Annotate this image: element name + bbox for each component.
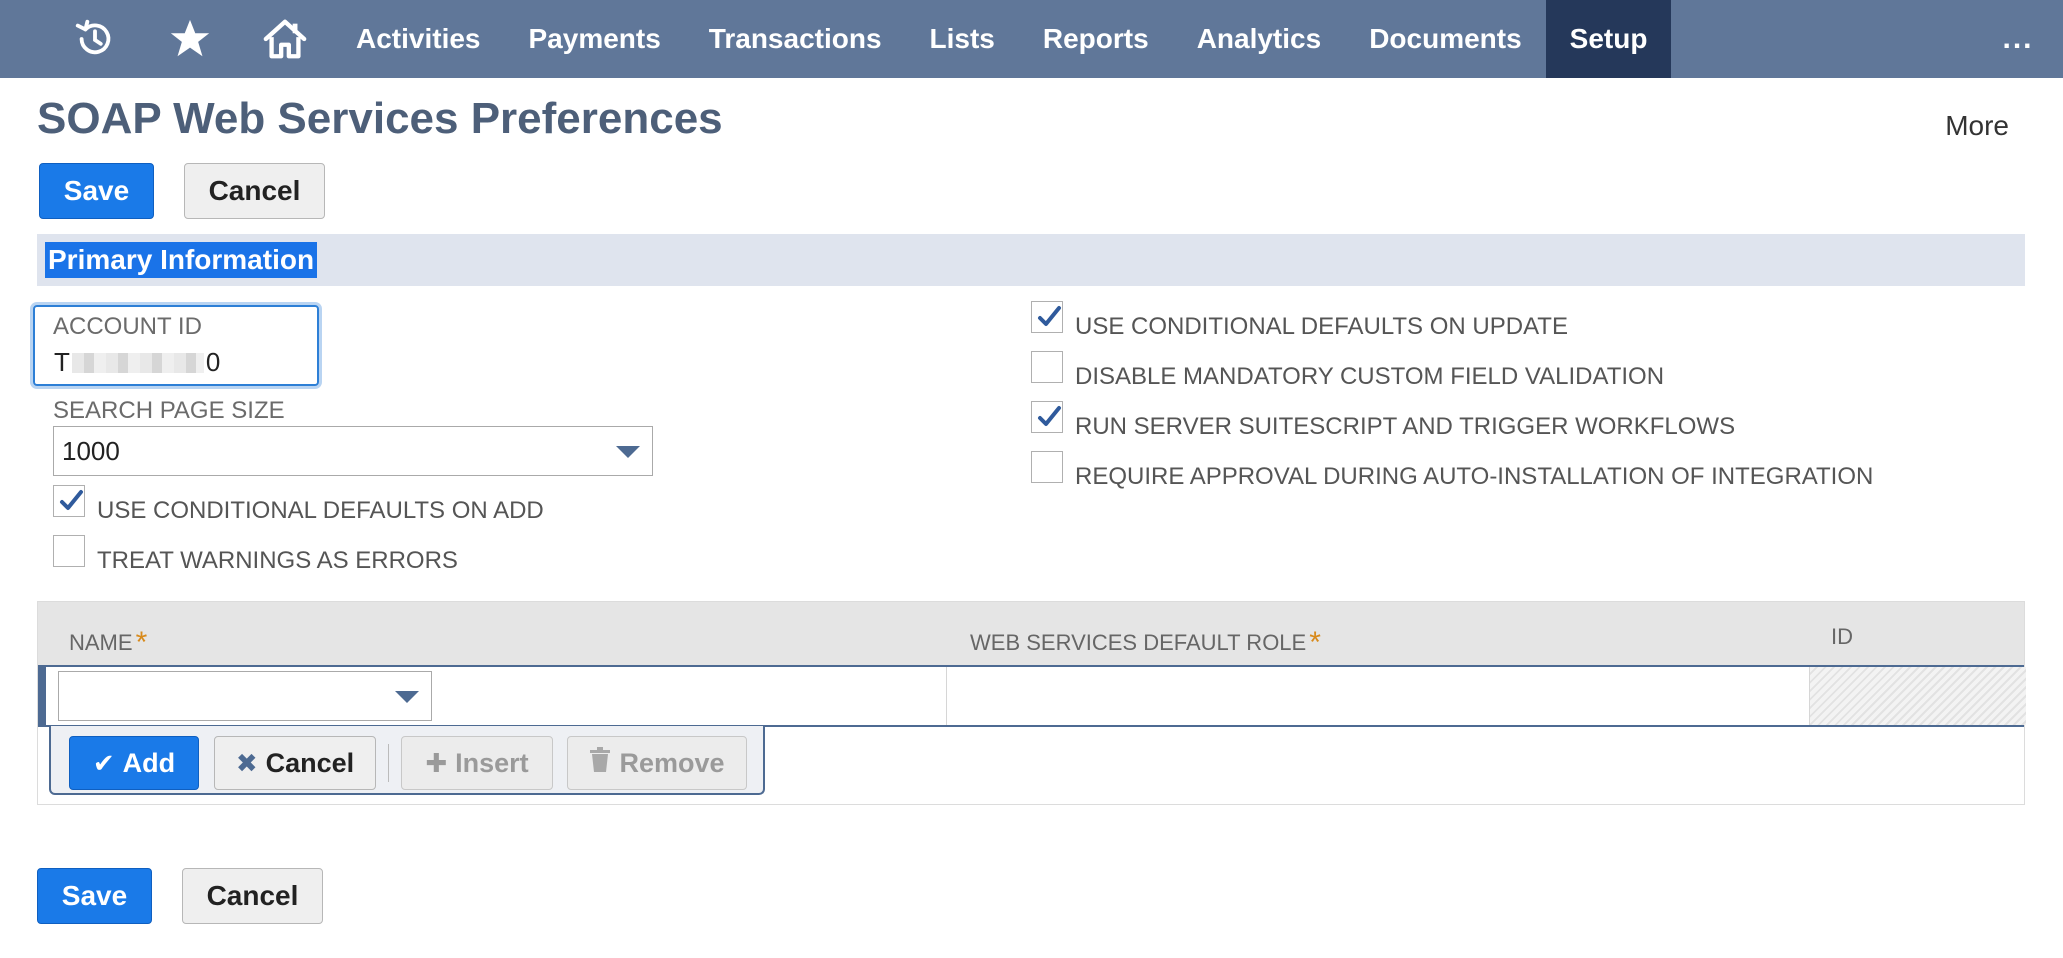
nav-payments[interactable]: Payments	[505, 0, 685, 78]
account-id-field[interactable]: ACCOUNT ID T 0	[33, 305, 319, 386]
primary-information-section-header[interactable]: Primary Information	[37, 234, 2025, 286]
insert-line-button[interactable]: ✚ Insert	[401, 736, 553, 790]
nav-reports[interactable]: Reports	[1019, 0, 1173, 78]
search-page-size-select[interactable]: 1000	[53, 426, 653, 476]
column-header-id[interactable]: ID	[1831, 624, 1853, 650]
section-title: Primary Information	[45, 242, 318, 278]
remove-line-label: Remove	[619, 747, 725, 778]
column-header-role-label: WEB SERVICES DEFAULT ROLE	[970, 630, 1307, 655]
tray-divider	[388, 744, 389, 782]
checkmark-icon	[1038, 406, 1061, 426]
use-conditional-defaults-on-add-checkbox[interactable]	[53, 485, 85, 517]
account-id-value-end: 0	[205, 347, 221, 377]
column-header-role[interactable]: WEB SERVICES DEFAULT ROLE *	[970, 624, 1321, 659]
column-header-name[interactable]: NAME *	[69, 624, 148, 659]
plus-icon: ✚	[425, 747, 448, 778]
id-cell-readonly	[1809, 667, 2026, 725]
add-line-label: Add	[122, 747, 176, 778]
account-id-label: ACCOUNT ID	[53, 313, 202, 340]
add-line-button[interactable]: ✔ Add	[69, 736, 199, 790]
required-marker: *	[135, 626, 148, 659]
disable-mandatory-custom-field-validation-label: DISABLE MANDATORY CUSTOM FIELD VALIDATIO…	[1075, 363, 1665, 390]
name-select[interactable]	[58, 671, 432, 721]
cell-divider	[946, 667, 947, 725]
top-navigation-bar: Activities Payments Transactions Lists R…	[0, 0, 2063, 78]
column-header-name-label: NAME	[69, 630, 133, 655]
required-marker: *	[1309, 626, 1321, 659]
checkmark-icon	[1038, 306, 1061, 326]
treat-warnings-as-errors-label: TREAT WARNINGS AS ERRORS	[97, 547, 458, 574]
require-approval-auto-installation-checkbox[interactable]	[1031, 451, 1063, 483]
sublist-header: NAME * WEB SERVICES DEFAULT ROLE * ID	[38, 602, 2024, 665]
cancel-button-top[interactable]: Cancel	[184, 163, 325, 219]
use-conditional-defaults-on-update-checkbox[interactable]	[1031, 301, 1063, 333]
run-server-suitescript-label: RUN SERVER SUITESCRIPT AND TRIGGER WORKF…	[1075, 413, 1736, 440]
cancel-line-label: Cancel	[265, 747, 355, 778]
close-icon: ✖	[235, 747, 258, 778]
nav-setup[interactable]: Setup	[1545, 0, 1672, 78]
account-id-value: T 0	[54, 347, 220, 378]
nav-activities[interactable]: Activities	[332, 0, 505, 78]
run-server-suitescript-checkbox[interactable]	[1031, 401, 1063, 433]
sublist-action-tray: ✔ Add ✖ Cancel ✚ Insert Remove	[49, 726, 765, 795]
cancel-line-button[interactable]: ✖ Cancel	[214, 736, 376, 790]
disable-mandatory-custom-field-validation-checkbox[interactable]	[1031, 351, 1063, 383]
nav-documents[interactable]: Documents	[1345, 0, 1545, 78]
nav-lists[interactable]: Lists	[906, 0, 1019, 78]
nav-analytics[interactable]: Analytics	[1173, 0, 1346, 78]
more-link[interactable]: More	[1945, 110, 2009, 142]
remove-line-button[interactable]: Remove	[567, 736, 747, 790]
recent-history-icon[interactable]	[48, 0, 142, 78]
trash-icon	[589, 746, 611, 780]
use-conditional-defaults-on-update-label: USE CONDITIONAL DEFAULTS ON UPDATE	[1075, 313, 1568, 340]
require-approval-auto-installation-label: REQUIRE APPROVAL DURING AUTO-INSTALLATIO…	[1075, 463, 1874, 490]
nav-overflow-menu[interactable]: ...	[1973, 0, 2063, 78]
page-title: SOAP Web Services Preferences	[37, 94, 723, 143]
save-button-top[interactable]: Save	[39, 163, 154, 219]
checkmark-icon	[60, 490, 83, 510]
checkmark-icon: ✔	[92, 747, 115, 778]
account-id-value-start: T	[54, 347, 70, 377]
cancel-button-bottom[interactable]: Cancel	[182, 868, 323, 924]
redacted-mask	[71, 352, 204, 373]
save-button-bottom[interactable]: Save	[37, 868, 152, 924]
chevron-down-icon	[395, 691, 419, 703]
search-page-size-value: 1000	[62, 436, 120, 466]
home-icon[interactable]	[237, 0, 332, 78]
use-conditional-defaults-on-add-label: USE CONDITIONAL DEFAULTS ON ADD	[97, 497, 544, 524]
star-icon[interactable]	[142, 0, 237, 78]
insert-line-label: Insert	[455, 747, 529, 778]
search-page-size-label: SEARCH PAGE SIZE	[53, 397, 285, 424]
treat-warnings-as-errors-checkbox[interactable]	[53, 535, 85, 567]
chevron-down-icon	[616, 446, 640, 458]
nav-transactions[interactable]: Transactions	[685, 0, 906, 78]
